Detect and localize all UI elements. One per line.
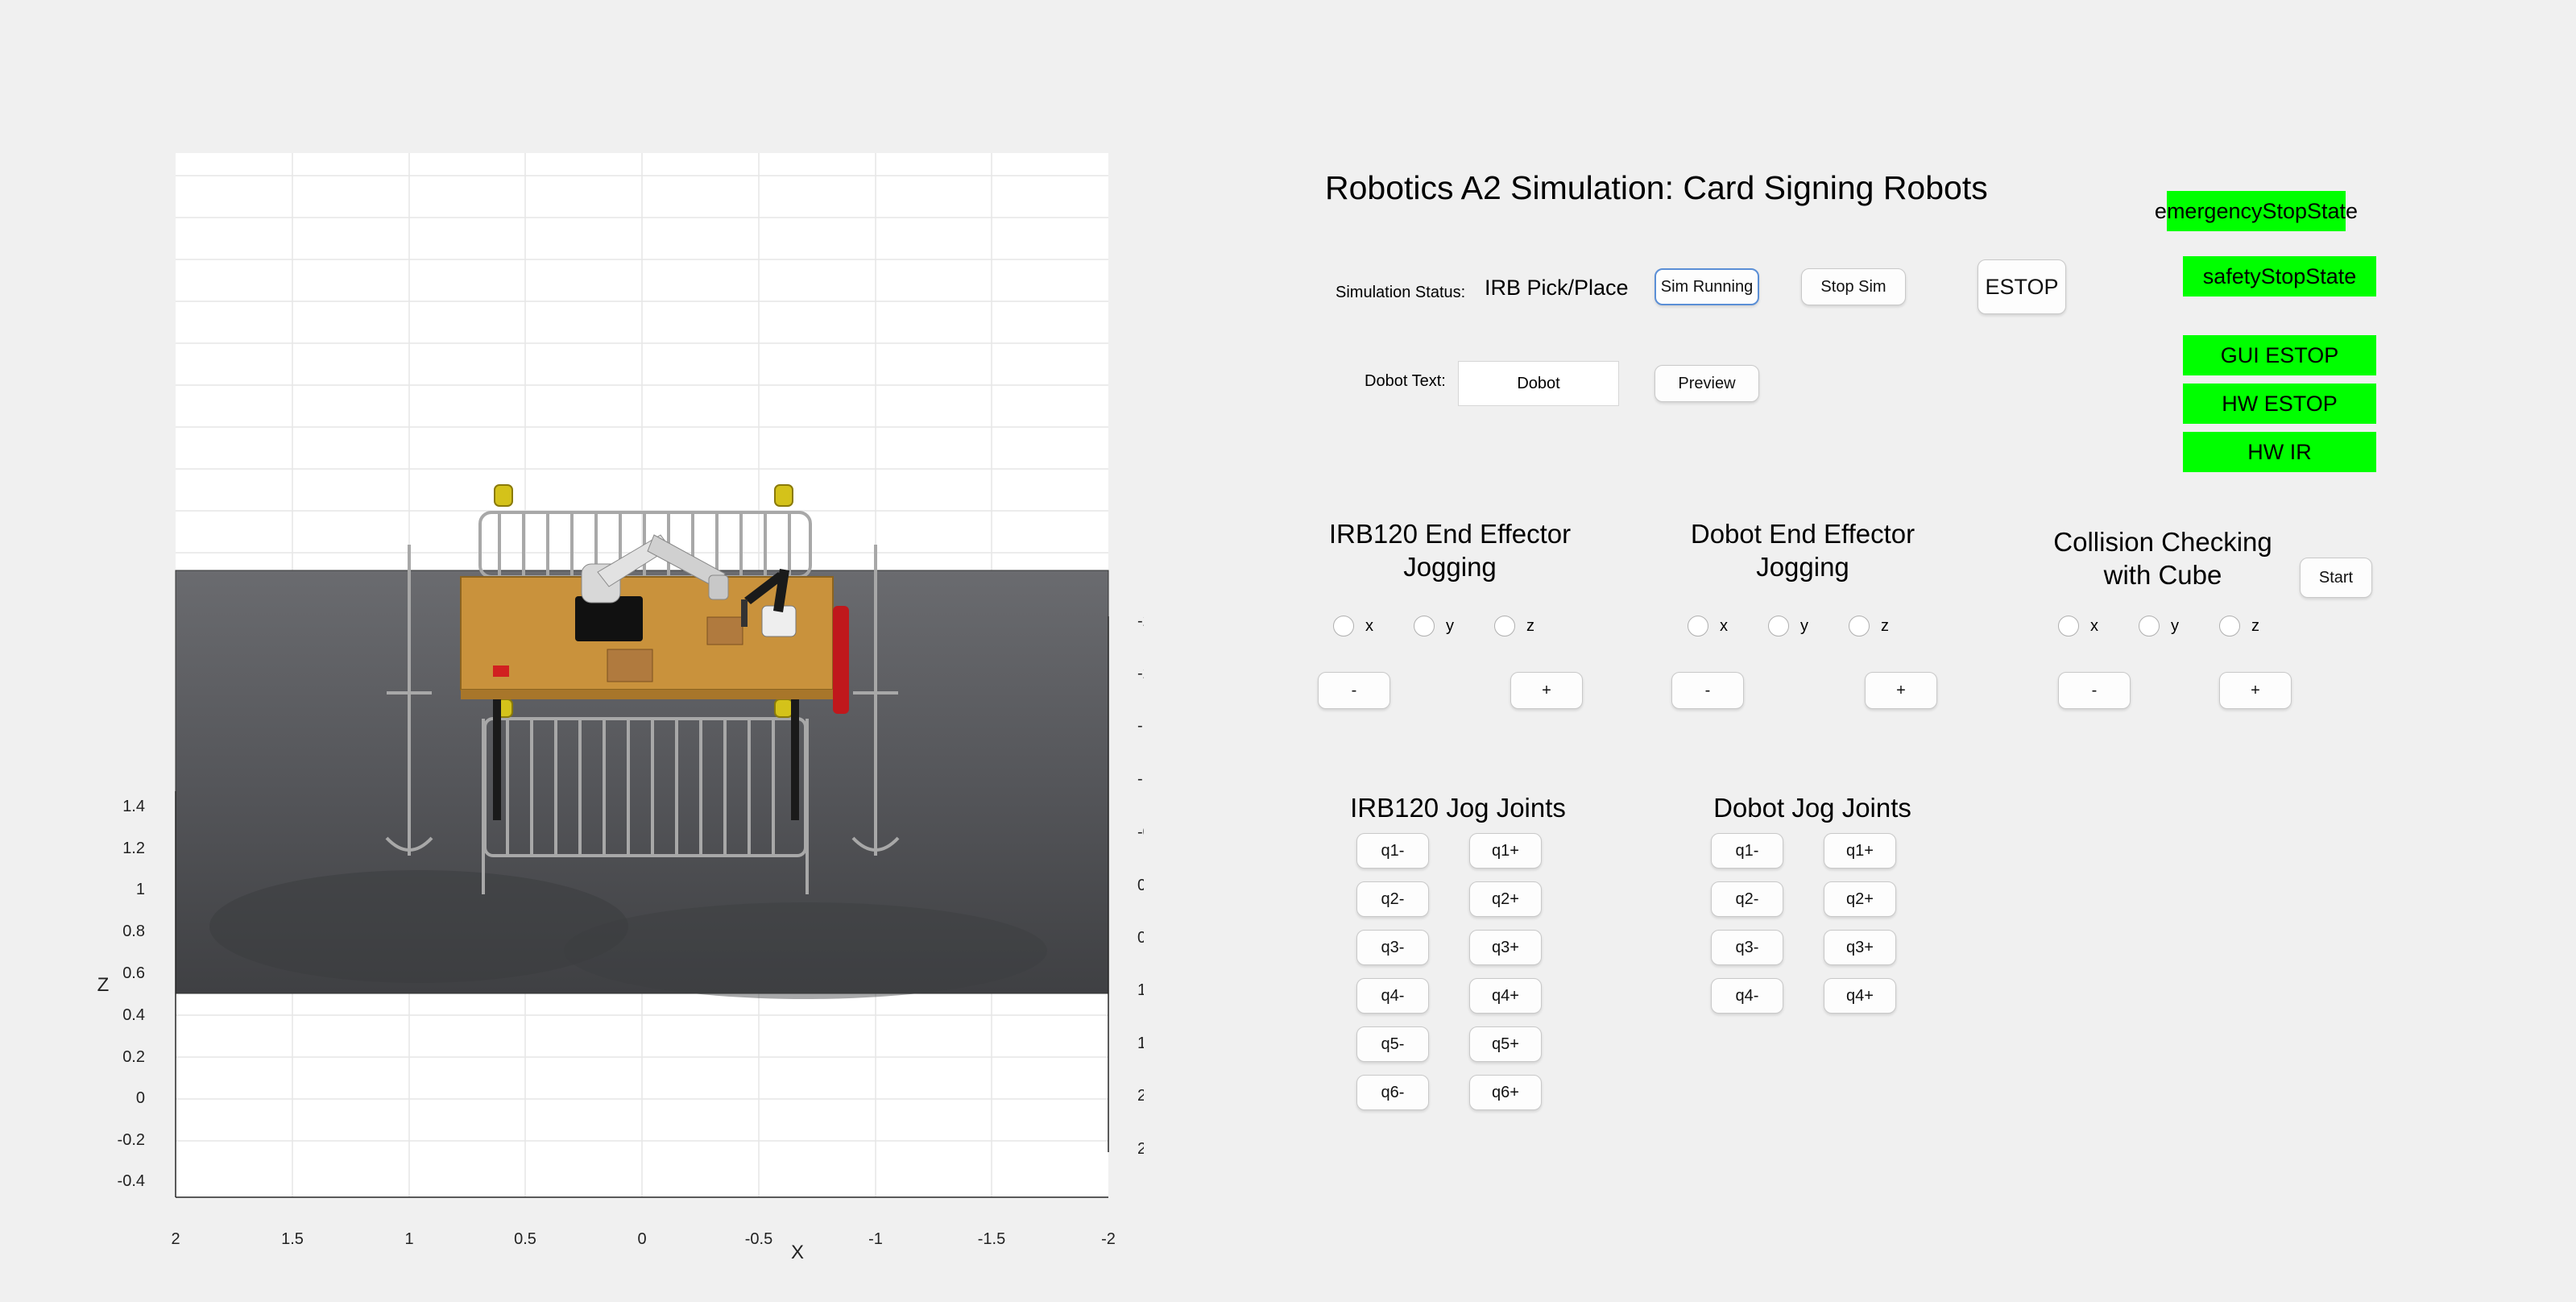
dobot-q1-plus-button[interactable]: q1+ (1824, 833, 1896, 869)
irb-q6-plus-button[interactable]: q6+ (1469, 1075, 1542, 1110)
irb-ee-z-radio[interactable]: z (1494, 616, 1534, 636)
z-axis-label: Z (97, 974, 110, 996)
z-tick: 0.6 (122, 964, 145, 982)
irb-q4-minus-button[interactable]: q4- (1356, 978, 1429, 1014)
z-tick: 0.2 (122, 1048, 145, 1066)
x-axis-ticks: 2 1.5 1 0.5 0 -0.5 -1 -1.5 -2 (171, 1230, 1115, 1248)
preview-button[interactable]: Preview (1655, 365, 1759, 402)
collision-minus-button[interactable]: - (2058, 672, 2131, 709)
y-tick: 1 (1137, 981, 1144, 999)
y-tick: -1 (1137, 770, 1144, 788)
y-axis-ticks: -2.5 -2 -1.5 -1 -0.5 0 0.5 1 1.5 2 2.5 (1137, 612, 1144, 1158)
dobot-jog-joints-title: Dobot Jog Joints (1713, 793, 1911, 823)
y-tick: 2.5 (1137, 1140, 1144, 1158)
x-tick: 2 (171, 1230, 180, 1248)
irb-q1-minus-button[interactable]: q1- (1356, 833, 1429, 869)
simulation-status-value: IRB Pick/Place (1485, 276, 1629, 300)
dobot-ee-y-radio[interactable]: y (1768, 616, 1808, 636)
collision-y-radio[interactable]: y (2139, 616, 2179, 636)
irb-jog-joints-title: IRB120 Jog Joints (1350, 793, 1566, 823)
collision-plus-button[interactable]: + (2219, 672, 2292, 709)
dobot-q3-minus-button[interactable]: q3- (1711, 930, 1783, 965)
dobot-ee-jogging-title: Dobot End Effector Jogging (1690, 519, 1915, 582)
dobot-ee-minus-button[interactable]: - (1671, 672, 1744, 709)
simulation-plot[interactable]: 2 1.5 1 0.5 0 -0.5 -1 -1.5 -2 X -2.5 -2 … (0, 0, 1144, 1302)
dobot-text-input[interactable]: Dobot (1458, 361, 1619, 406)
dobot-q4-plus-button[interactable]: q4+ (1824, 978, 1896, 1014)
dobot-q2-plus-button[interactable]: q2+ (1824, 881, 1896, 917)
y-tick: 2 (1137, 1087, 1144, 1105)
simulation-status-label: Simulation Status: (1336, 284, 1466, 301)
x-tick: -1 (868, 1230, 883, 1248)
irb-q5-plus-button[interactable]: q5+ (1469, 1026, 1542, 1062)
irb-q3-minus-button[interactable]: q3- (1356, 930, 1429, 965)
dobot-q1-minus-button[interactable]: q1- (1711, 833, 1783, 869)
irb-ee-plus-button[interactable]: + (1510, 672, 1583, 709)
irb-ee-jogging-title: IRB120 End Effector Jogging (1328, 519, 1572, 582)
dobot-ee-x-radio[interactable]: x (1688, 616, 1728, 636)
collision-start-button[interactable]: Start (2300, 558, 2372, 598)
y-tick: 1.5 (1137, 1035, 1144, 1052)
fire-extinguisher (833, 606, 849, 714)
y-tick: 0 (1137, 877, 1144, 894)
irb-q5-minus-button[interactable]: q5- (1356, 1026, 1429, 1062)
irb-ee-x-radio[interactable]: x (1333, 616, 1373, 636)
dobot-ee-z-radio[interactable]: z (1849, 616, 1889, 636)
page-title: Robotics A2 Simulation: Card Signing Rob… (1325, 169, 1988, 206)
hw-estop-indicator: HW ESTOP (2183, 384, 2376, 424)
x-tick: 1.5 (281, 1230, 304, 1248)
y-tick: 0.5 (1137, 929, 1144, 947)
x-tick: 1 (404, 1230, 413, 1248)
z-tick: -0.2 (118, 1131, 145, 1149)
irb-ee-minus-button[interactable]: - (1318, 672, 1390, 709)
cardboard-box (607, 649, 653, 682)
x-tick: -0.5 (745, 1230, 772, 1248)
z-tick: 0.4 (122, 1006, 145, 1024)
estop-button-model (493, 666, 509, 677)
x-tick: -2 (1101, 1230, 1116, 1248)
sim-running-button[interactable]: Sim Running (1655, 268, 1759, 305)
irb-q2-minus-button[interactable]: q2- (1356, 881, 1429, 917)
y-tick: -2.5 (1137, 612, 1144, 630)
irb-q3-plus-button[interactable]: q3+ (1469, 930, 1542, 965)
x-tick: 0.5 (514, 1230, 536, 1248)
collision-checking-title: Collision Checking with Cube (2053, 527, 2272, 590)
y-tick: -0.5 (1137, 823, 1144, 841)
irb-q6-minus-button[interactable]: q6- (1356, 1075, 1429, 1110)
dobot-text-label: Dobot Text: (1365, 372, 1446, 390)
dobot-q4-minus-button[interactable]: q4- (1711, 978, 1783, 1014)
x-axis-label: X (791, 1242, 804, 1263)
safety-stop-state-indicator: safetyStopState (2183, 256, 2376, 296)
stop-sim-button[interactable]: Stop Sim (1801, 268, 1906, 305)
dobot-q2-minus-button[interactable]: q2- (1711, 881, 1783, 917)
z-tick: 0.8 (122, 923, 145, 940)
y-tick: -2 (1137, 665, 1144, 682)
estop-button[interactable]: ESTOP (1978, 259, 2066, 314)
hw-ir-indicator: HW IR (2183, 432, 2376, 472)
z-axis-ticks: 1.4 1.2 1 0.8 0.6 0.4 0.2 0 -0.2 -0.4 (118, 798, 145, 1190)
gui-estop-indicator: GUI ESTOP (2183, 335, 2376, 375)
x-tick: 0 (637, 1230, 646, 1248)
irb-q1-plus-button[interactable]: q1+ (1469, 833, 1542, 869)
z-tick: 1.4 (122, 798, 145, 815)
x-tick: -1.5 (978, 1230, 1005, 1248)
dobot-ee-plus-button[interactable]: + (1865, 672, 1937, 709)
collision-z-radio[interactable]: z (2219, 616, 2259, 636)
z-tick: 0 (136, 1089, 145, 1107)
y-tick: -1.5 (1137, 717, 1144, 735)
irb-q4-plus-button[interactable]: q4+ (1469, 978, 1542, 1014)
irb-ee-y-radio[interactable]: y (1414, 616, 1454, 636)
z-tick: 1.2 (122, 840, 145, 857)
dobot-q3-plus-button[interactable]: q3+ (1824, 930, 1896, 965)
irb-q2-plus-button[interactable]: q2+ (1469, 881, 1542, 917)
emergency-stop-state-indicator: emergencyStopState (2155, 191, 2358, 231)
z-tick: -0.4 (118, 1172, 145, 1190)
z-tick: 1 (136, 881, 145, 898)
collision-x-radio[interactable]: x (2058, 616, 2098, 636)
